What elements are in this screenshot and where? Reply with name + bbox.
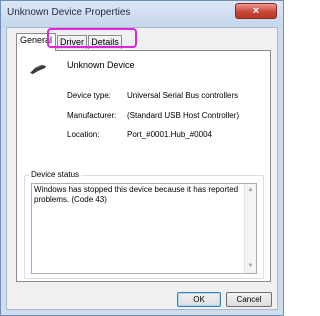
tab-general[interactable]: General: [16, 33, 56, 51]
general-tab-panel: Unknown Device Device type: Universal Se…: [16, 50, 271, 282]
scroll-up-arrow-icon[interactable]: ▲: [245, 185, 256, 196]
window-title: Unknown Device Properties: [7, 7, 131, 18]
location-label: Location:: [67, 130, 100, 139]
tab-driver[interactable]: Driver: [57, 35, 87, 49]
location-value: Port_#0001.Hub_#0004: [127, 130, 212, 139]
title-bar[interactable]: Unknown Device Properties ×: [1, 1, 283, 27]
close-icon: ×: [252, 5, 260, 17]
cancel-button[interactable]: Cancel: [226, 292, 272, 307]
manufacturer-label: Manufacturer:: [67, 111, 117, 120]
device-name: Unknown Device: [67, 60, 135, 70]
device-status-group: Device status Windows has stopped this d…: [24, 170, 264, 279]
properties-window: Unknown Device Properties × General Driv…: [0, 0, 284, 316]
status-scrollbar[interactable]: ▲ ▼: [244, 184, 256, 273]
ok-button[interactable]: OK: [177, 292, 221, 307]
device-status-text: Windows has stopped this device because …: [34, 185, 239, 204]
tab-general-label: General: [19, 35, 53, 45]
device-type-label: Device type:: [67, 91, 112, 100]
device-status-textbox[interactable]: Windows has stopped this device because …: [31, 183, 257, 274]
scroll-down-arrow-icon[interactable]: ▼: [245, 261, 256, 272]
tab-driver-label: Driver: [60, 37, 84, 47]
usb-device-icon: [30, 64, 46, 74]
close-button[interactable]: ×: [235, 3, 277, 19]
tab-details[interactable]: Details: [88, 35, 122, 49]
tab-details-label: Details: [91, 37, 119, 47]
device-status-legend: Device status: [29, 170, 82, 179]
device-type-value: Universal Serial Bus controllers: [127, 91, 239, 100]
manufacturer-value: (Standard USB Host Controller): [127, 111, 240, 120]
dialog-client-area: General Driver Details Unknown Device De…: [6, 27, 278, 310]
